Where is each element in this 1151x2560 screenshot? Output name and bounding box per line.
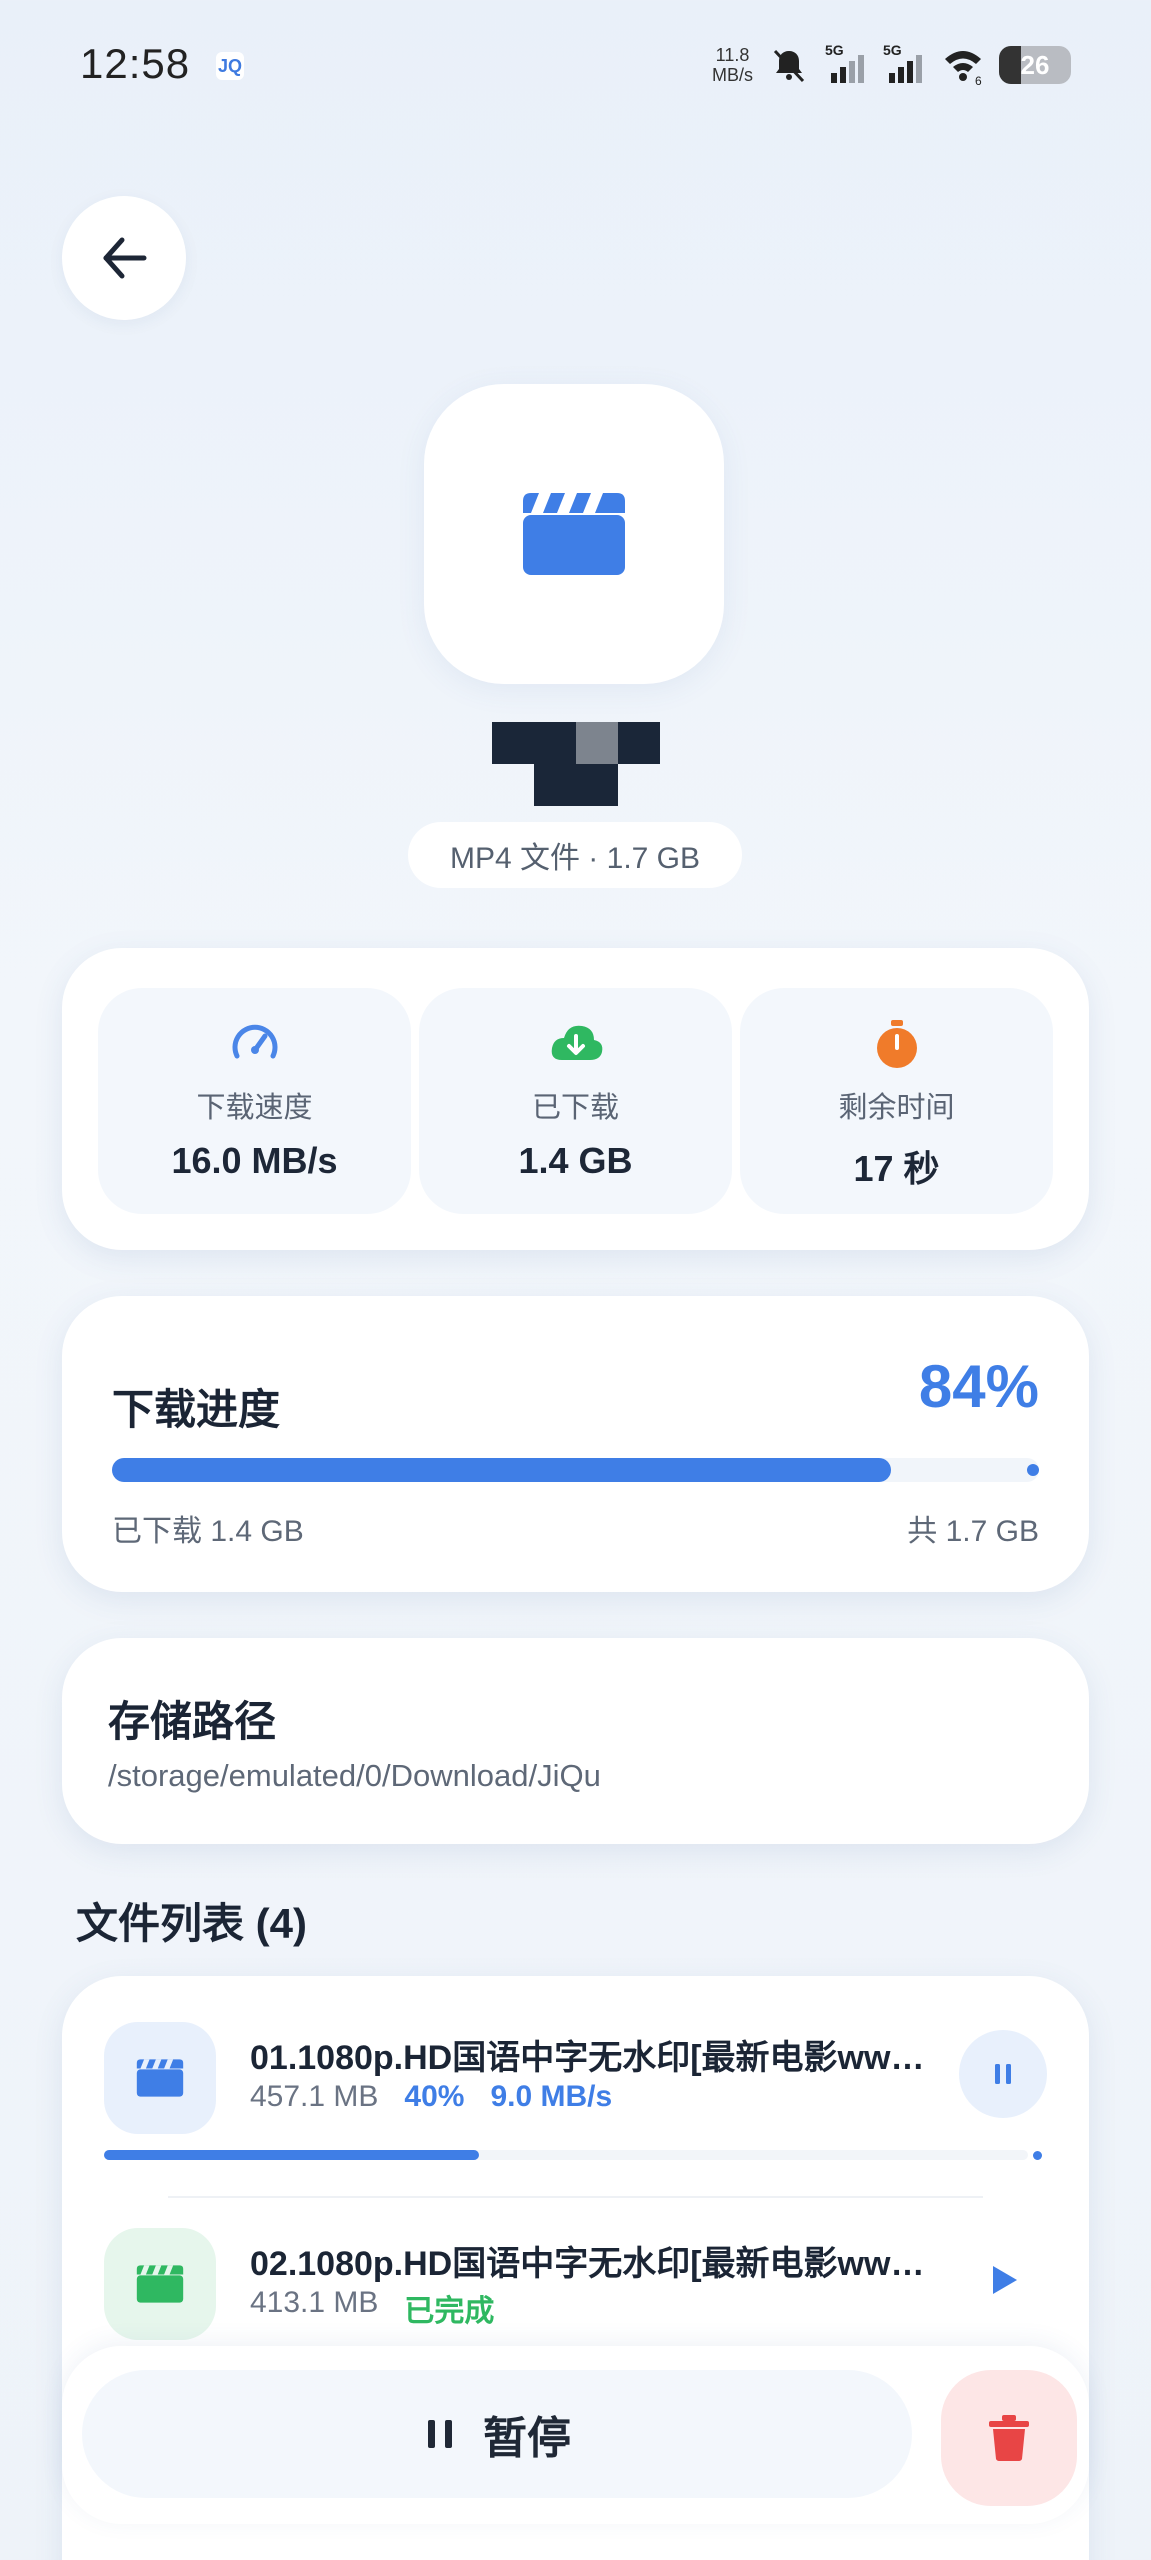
files-heading: 文件列表 (4) xyxy=(76,1900,308,1947)
file-name: 02.1080p.HD国语中字无水印[最新电影ww… xyxy=(250,2245,925,2283)
file-play-button[interactable] xyxy=(959,2236,1047,2324)
trash-icon xyxy=(989,2415,1029,2461)
status-indicators: 11.8 MB/s 5G 5G 6 26 xyxy=(712,38,1071,92)
signal-icon: 5G xyxy=(825,43,864,83)
delete-button[interactable] xyxy=(941,2370,1077,2506)
file-type-tile xyxy=(424,384,724,684)
file-icon-tile xyxy=(104,2022,216,2134)
pixelated-redaction xyxy=(491,722,660,806)
file-progress-bar xyxy=(104,2150,1042,2160)
stat-downloaded: 已下载 1.4 GB xyxy=(419,988,732,1214)
list-item[interactable]: 01.1080p.HD国语中字无水印[最新电影ww… 457.1 MB 40% … xyxy=(104,2022,1047,2152)
stats-card: 下载速度 16.0 MB/s 已下载 1.4 GB 剩余时间 17 秒 xyxy=(62,948,1089,1250)
file-size: 457.1 MB xyxy=(250,2080,379,2113)
network-speed-value: 11.8 xyxy=(715,45,750,65)
file-percent: 40% xyxy=(404,2080,465,2113)
wifi-level: 6 xyxy=(975,74,982,87)
network-speed-unit: MB/s xyxy=(711,65,753,85)
storage-path-card: 存储路径 /storage/emulated/0/Download/JiQu xyxy=(62,1638,1089,1844)
progress-bar xyxy=(112,1458,1039,1482)
storage-path-value: /storage/emulated/0/Download/JiQu xyxy=(108,1758,601,1793)
stat-value: 16.0 MB/s xyxy=(171,1140,338,1181)
pause-icon xyxy=(428,2420,452,2448)
file-title-redacted xyxy=(0,722,1151,812)
row-divider xyxy=(168,2196,983,2198)
stat-remaining-time: 剩余时间 17 秒 xyxy=(740,988,1053,1214)
progress-title: 下载进度 xyxy=(112,1386,281,1433)
speedometer-icon xyxy=(232,1024,277,1059)
bottom-action-bar: 暂停 xyxy=(62,2346,1089,2524)
stat-download-speed: 下载速度 16.0 MB/s xyxy=(98,988,411,1214)
battery-level: 26 xyxy=(1020,49,1050,80)
network-speed: 11.8 MB/s xyxy=(712,45,753,85)
clapperboard-icon xyxy=(136,2265,184,2303)
stopwatch-icon xyxy=(876,1020,917,1068)
signal-icon: 5G xyxy=(883,43,922,83)
progress-downloaded: 已下载 1.4 GB xyxy=(112,1515,304,1548)
pause-all-button[interactable]: 暂停 xyxy=(82,2370,912,2498)
storage-path-title: 存储路径 xyxy=(108,1698,277,1745)
stat-label: 剩余时间 xyxy=(838,1092,955,1124)
file-status: 已完成 xyxy=(404,2295,495,2328)
app-notification-icon: JQ xyxy=(216,52,244,80)
stat-label: 下载速度 xyxy=(196,1092,313,1124)
file-meta: 457.1 MB 40% 9.0 MB/s xyxy=(250,2080,612,2114)
file-name: 01.1080p.HD国语中字无水印[最新电影ww… xyxy=(250,2039,925,2077)
progress-percent: 84% xyxy=(918,1353,1039,1420)
clapperboard-icon xyxy=(136,2059,184,2097)
stat-value: 17 秒 xyxy=(853,1148,940,1189)
status-time: 12:58 xyxy=(80,40,191,87)
stat-value: 1.4 GB xyxy=(518,1140,633,1181)
mute-bell-icon xyxy=(773,49,805,83)
list-item[interactable]: 02.1080p.HD国语中字无水印[最新电影ww… 413.1 MB 已完成 xyxy=(104,2228,1047,2358)
progress-bar-fill xyxy=(112,1458,891,1482)
file-meta-chip: MP4 文件 · 1.7 GB xyxy=(408,822,742,888)
signal-2-label: 5G xyxy=(883,43,902,58)
signal-1-label: 5G xyxy=(825,43,844,58)
arrow-left-icon xyxy=(103,237,147,279)
progress-total: 共 1.7 GB xyxy=(907,1515,1039,1548)
pause-icon xyxy=(995,2064,1011,2084)
file-progress-fill xyxy=(104,2150,480,2160)
file-speed: 9.0 MB/s xyxy=(490,2080,613,2113)
file-meta: 413.1 MB 已完成 xyxy=(250,2286,494,2330)
status-bar: 12:58 JQ 11.8 MB/s 5G 5G 6 26 xyxy=(0,0,1151,130)
battery-icon: 26 xyxy=(999,46,1071,84)
wifi-icon: 6 xyxy=(945,51,982,87)
file-icon-tile xyxy=(104,2228,216,2340)
progress-bar-end-dot xyxy=(1027,1464,1039,1476)
file-progress-end-dot xyxy=(1033,2151,1042,2160)
stat-label: 已下载 xyxy=(531,1092,619,1124)
file-size: 413.1 MB xyxy=(250,2286,379,2319)
pause-label: 暂停 xyxy=(483,2414,571,2463)
file-pause-button[interactable] xyxy=(959,2030,1047,2118)
play-icon xyxy=(993,2266,1017,2294)
back-button[interactable] xyxy=(62,196,186,320)
cloud-download-icon xyxy=(551,1025,602,1060)
clapperboard-icon xyxy=(523,493,625,575)
progress-card: 下载进度 84% 已下载 1.4 GB 共 1.7 GB xyxy=(62,1296,1089,1592)
